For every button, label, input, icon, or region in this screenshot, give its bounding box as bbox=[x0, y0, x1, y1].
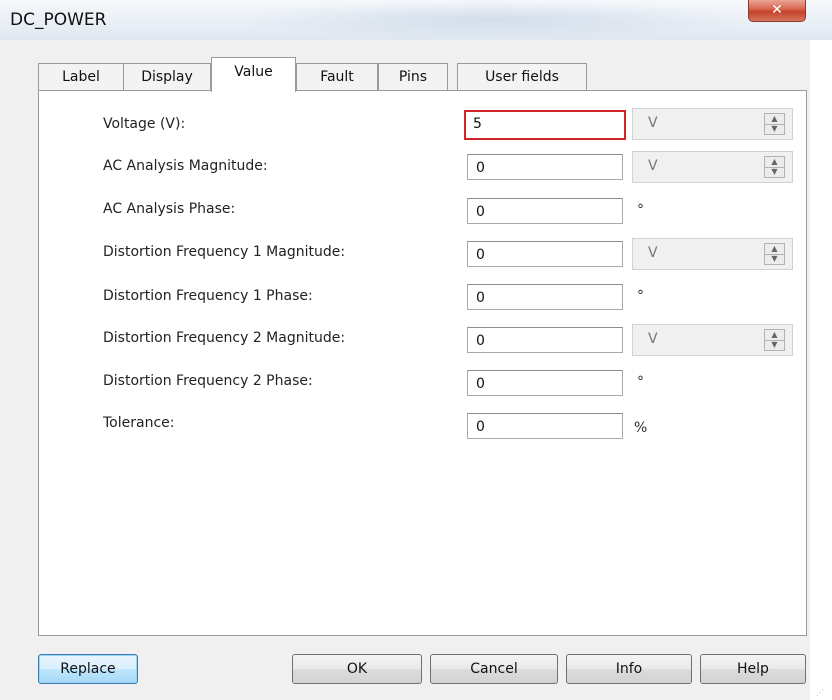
voltage-unit-select[interactable]: V ▲ ▼ bbox=[632, 108, 793, 140]
dc-power-dialog: DC_POWER ✕ Label Display Value Fault Pin… bbox=[0, 0, 832, 700]
tab-display[interactable]: Display bbox=[123, 63, 211, 91]
ac-phase-value: 0 bbox=[476, 204, 485, 220]
voltage-unit: V bbox=[648, 115, 658, 131]
ac-magnitude-unit: V bbox=[648, 158, 658, 174]
ac-magnitude-input[interactable]: 0 bbox=[467, 154, 623, 180]
tab-pins-text: Pins bbox=[398, 69, 428, 85]
tab-fault[interactable]: Fault bbox=[296, 63, 378, 91]
tab-value[interactable]: Value bbox=[211, 57, 296, 92]
close-icon: ✕ bbox=[771, 2, 783, 18]
ac-phase-input[interactable]: 0 bbox=[467, 198, 623, 224]
df2-magnitude-value: 0 bbox=[476, 333, 485, 349]
help-button[interactable]: Help bbox=[700, 654, 806, 684]
df2-phase-input[interactable]: 0 bbox=[467, 370, 623, 396]
tab-pins[interactable]: Pins bbox=[378, 63, 448, 91]
df1-phase-value: 0 bbox=[476, 290, 485, 306]
tab-value-text: Value bbox=[234, 64, 273, 80]
df2-phase-value: 0 bbox=[476, 376, 485, 392]
spin-down-icon[interactable]: ▼ bbox=[765, 167, 784, 177]
tab-user-fields[interactable]: User fields bbox=[457, 63, 587, 91]
title-bar[interactable]: DC_POWER ✕ bbox=[0, 0, 832, 40]
tab-label[interactable]: Label bbox=[38, 63, 124, 91]
df1-magnitude-unit-select[interactable]: V ▲ ▼ bbox=[632, 238, 793, 270]
df1-magnitude-label: Distortion Frequency 1 Magnitude: bbox=[103, 244, 346, 260]
spin-down-icon[interactable]: ▼ bbox=[765, 124, 784, 134]
tab-fault-text: Fault bbox=[320, 69, 354, 85]
voltage-unit-spinner[interactable]: ▲ ▼ bbox=[764, 113, 785, 135]
ac-phase-unit: ° bbox=[637, 202, 644, 218]
ac-magnitude-unit-spinner[interactable]: ▲ ▼ bbox=[764, 156, 785, 178]
df1-phase-input[interactable]: 0 bbox=[467, 284, 623, 310]
info-button[interactable]: Info bbox=[566, 654, 692, 684]
df2-magnitude-input[interactable]: 0 bbox=[467, 327, 623, 353]
tolerance-unit: % bbox=[634, 420, 648, 436]
df1-magnitude-input[interactable]: 0 bbox=[467, 241, 623, 267]
window-title: DC_POWER bbox=[10, 10, 107, 30]
df1-magnitude-value: 0 bbox=[476, 247, 485, 263]
voltage-value: 5 bbox=[473, 116, 482, 132]
tolerance-label: Tolerance: bbox=[103, 415, 175, 431]
ac-magnitude-value: 0 bbox=[476, 160, 485, 176]
df1-magnitude-unit: V bbox=[648, 245, 658, 261]
resize-grip-icon[interactable]: ⋰ bbox=[816, 688, 824, 697]
tolerance-input[interactable]: 0 bbox=[467, 413, 623, 439]
ac-phase-label: AC Analysis Phase: bbox=[103, 201, 236, 217]
df1-phase-label: Distortion Frequency 1 Phase: bbox=[103, 288, 313, 304]
tab-user-fields-text: User fields bbox=[485, 69, 559, 85]
ok-button[interactable]: OK bbox=[292, 654, 422, 684]
dialog-right-margin bbox=[810, 40, 832, 700]
voltage-label: Voltage (V): bbox=[103, 116, 186, 132]
df2-magnitude-label: Distortion Frequency 2 Magnitude: bbox=[103, 330, 346, 346]
df1-magnitude-unit-spinner[interactable]: ▲ ▼ bbox=[764, 243, 785, 265]
df1-phase-unit: ° bbox=[637, 288, 644, 304]
df2-magnitude-unit-spinner[interactable]: ▲ ▼ bbox=[764, 329, 785, 351]
ac-magnitude-unit-select[interactable]: V ▲ ▼ bbox=[632, 151, 793, 183]
close-button[interactable]: ✕ bbox=[748, 0, 806, 22]
ac-magnitude-label: AC Analysis Magnitude: bbox=[103, 158, 268, 174]
spin-down-icon[interactable]: ▼ bbox=[765, 340, 784, 350]
spin-down-icon[interactable]: ▼ bbox=[765, 254, 784, 264]
replace-button[interactable]: Replace bbox=[38, 654, 138, 684]
tab-display-text: Display bbox=[141, 69, 193, 85]
df2-magnitude-unit-select[interactable]: V ▲ ▼ bbox=[632, 324, 793, 356]
cancel-button[interactable]: Cancel bbox=[430, 654, 558, 684]
df2-phase-label: Distortion Frequency 2 Phase: bbox=[103, 373, 313, 389]
tolerance-value: 0 bbox=[476, 419, 485, 435]
df2-phase-unit: ° bbox=[637, 374, 644, 390]
tab-label-text: Label bbox=[62, 69, 100, 85]
voltage-input[interactable]: 5 bbox=[464, 110, 626, 140]
df2-magnitude-unit: V bbox=[648, 331, 658, 347]
